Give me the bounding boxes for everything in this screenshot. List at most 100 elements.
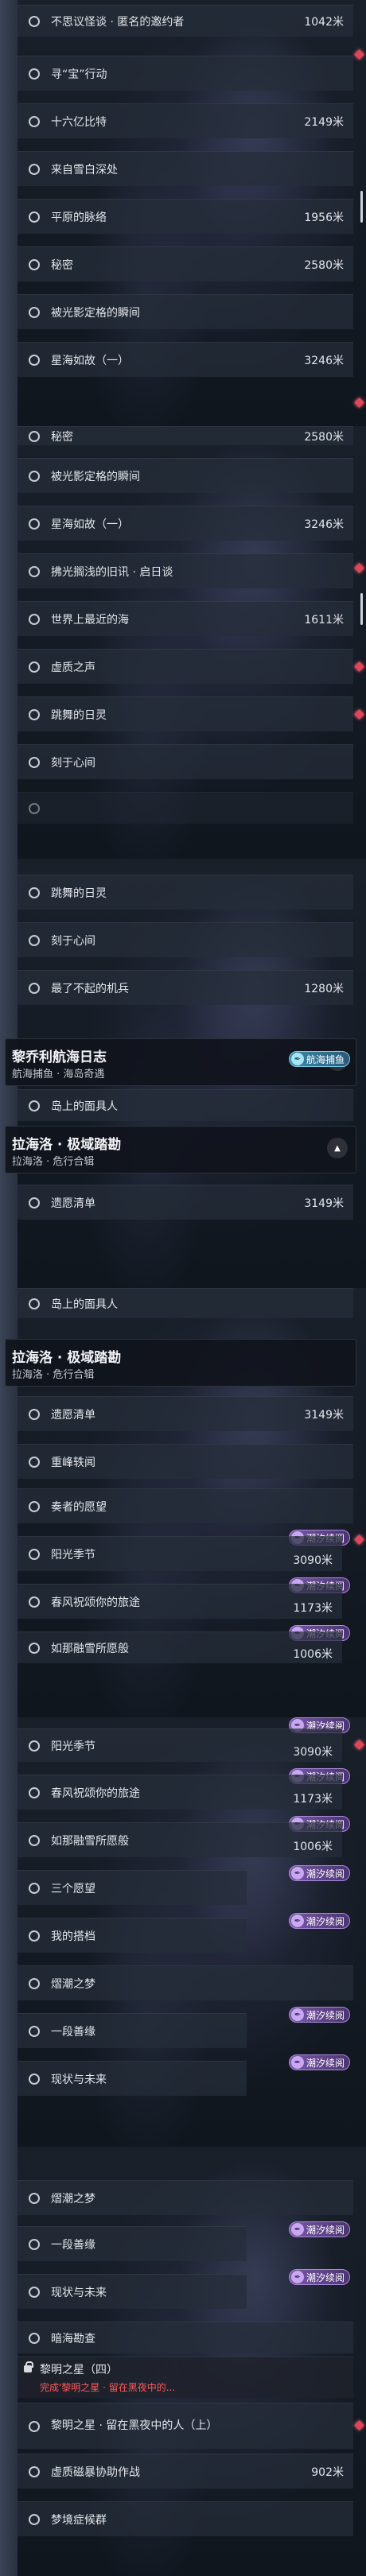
quest-row[interactable]: 刻于心间 (18, 922, 353, 957)
quest-row[interactable]: 最了不起的机兵 1280米 (18, 970, 353, 1005)
quest-row[interactable] (18, 792, 353, 824)
radio-icon[interactable] (29, 1298, 40, 1309)
radio-icon[interactable] (29, 430, 40, 442)
quest-row[interactable]: 寻“宝”行动 (18, 56, 353, 91)
quest-row[interactable]: 被光影定格的瞬间 (18, 458, 353, 493)
radio-icon[interactable] (29, 2420, 40, 2432)
quest-row[interactable]: 阳光季节 3090米 (18, 1728, 342, 1762)
quest-row[interactable]: 星海如故（一） 3246米 (18, 342, 353, 377)
scrollbar[interactable] (360, 191, 363, 223)
quest-row[interactable]: 现状与未来 (18, 2274, 247, 2309)
radio-icon[interactable] (29, 68, 40, 80)
quest-row[interactable]: 春风祝颂你的旅途 1173米 (18, 1584, 342, 1619)
radio-icon[interactable] (29, 1100, 40, 1111)
radio-icon[interactable] (29, 2192, 40, 2204)
quest-row[interactable]: 秘密 2580米 (18, 426, 353, 445)
radio-icon[interactable] (29, 1197, 40, 1208)
radio-icon[interactable] (29, 934, 40, 946)
quest-row[interactable]: 不思议怪谈 · 匿名的邀约者 1042米 (18, 5, 353, 37)
radio-icon[interactable] (29, 756, 40, 768)
radio-icon[interactable] (29, 211, 40, 223)
category-header[interactable]: 拉海洛 · 极域踏勘 拉海洛 · 危行合辑 (5, 1339, 356, 1387)
radio-icon[interactable] (29, 2513, 40, 2525)
quest-row[interactable]: 被光影定格的瞬间 (18, 294, 353, 329)
alert-diamond-icon (354, 661, 364, 672)
radio-icon[interactable] (29, 2073, 40, 2085)
quest-row[interactable]: 现状与未来 (18, 2061, 247, 2096)
quest-row[interactable]: 虚质之声 (18, 649, 353, 684)
quest-row[interactable]: 阳光季节 3090米 (18, 1536, 342, 1571)
quest-row[interactable]: 梦境症候群 (18, 2501, 353, 2536)
radio-icon[interactable] (29, 1740, 40, 1752)
quest-row[interactable]: 三个愿望 (18, 1870, 247, 1905)
scrollbar[interactable] (360, 593, 363, 625)
radio-icon[interactable] (29, 15, 40, 27)
radio-icon[interactable] (29, 258, 40, 270)
quest-row[interactable]: 岛上的面具人 (18, 1089, 353, 1121)
chevron-up-icon[interactable]: ▲ (327, 1138, 348, 1158)
radio-icon[interactable] (29, 470, 40, 482)
radio-icon[interactable] (29, 1548, 40, 1560)
radio-icon[interactable] (29, 1977, 40, 1989)
quest-row[interactable]: 黎明之星 · 留在黑夜中的人（上） (18, 2403, 353, 2449)
radio-icon[interactable] (29, 518, 40, 530)
quest-row[interactable]: 跳舞的日灵 (18, 875, 353, 910)
quest-row[interactable]: 暗海勘查 (18, 2322, 353, 2353)
quest-title: 黎明之星（四） (40, 2364, 118, 2376)
radio-icon[interactable] (29, 354, 40, 366)
badge-label: 潮汐续阅 (306, 1915, 345, 1927)
radio-icon[interactable] (29, 1930, 40, 1942)
radio-icon[interactable] (29, 2465, 40, 2477)
quest-title: 来自雪白深处 (51, 163, 118, 177)
quest-row[interactable]: 星海如故（一） 3246米 (18, 506, 353, 541)
quest-row[interactable]: 我的搭档 (18, 1918, 247, 1953)
quest-row[interactable]: 熠潮之梦 (18, 2180, 353, 2215)
radio-icon[interactable] (29, 565, 40, 577)
radio-icon[interactable] (29, 1642, 40, 1654)
quest-row[interactable]: 如那融雪所愿般 1006米 (18, 1631, 342, 1663)
quest-row[interactable]: 平原的脉络 1956米 (18, 199, 353, 234)
quest-row[interactable]: 春风祝颂你的旅途 1173米 (18, 1775, 342, 1810)
radio-icon[interactable] (29, 802, 40, 814)
quest-row[interactable]: 世界上最近的海 1611米 (18, 601, 353, 636)
quest-row[interactable]: 如那融雪所愿般 1006米 (18, 1822, 342, 1857)
radio-icon[interactable] (29, 163, 40, 175)
radio-icon[interactable] (29, 2286, 40, 2298)
quest-row[interactable]: 虚质磁暴协助作战 902米 (18, 2454, 353, 2489)
radio-icon[interactable] (29, 613, 40, 625)
radio-icon[interactable] (29, 661, 40, 673)
radio-icon[interactable] (29, 1882, 40, 1894)
radio-icon[interactable] (29, 1456, 40, 1468)
quest-row[interactable]: 十六亿比特 2149米 (18, 103, 353, 138)
radio-icon[interactable] (29, 1408, 40, 1420)
radio-icon[interactable] (29, 2025, 40, 2037)
radio-icon[interactable] (29, 886, 40, 898)
quest-row[interactable]: 一段善缘 (18, 2226, 247, 2261)
radio-icon[interactable] (29, 1834, 40, 1846)
radio-icon[interactable] (29, 1787, 40, 1798)
radio-icon[interactable] (29, 115, 40, 127)
radio-icon[interactable] (29, 306, 40, 318)
quest-row[interactable]: 熠潮之梦 (18, 1965, 353, 2000)
quest-row[interactable]: 拂光搁浅的旧讯 · 启日谈 (18, 553, 353, 588)
quest-row[interactable]: 一段善缘 (18, 2013, 247, 2048)
radio-icon[interactable] (29, 982, 40, 994)
radio-icon[interactable] (29, 1500, 40, 1512)
quest-row[interactable]: 秘密 2580米 (18, 246, 353, 281)
radio-icon[interactable] (29, 2238, 40, 2250)
quest-row[interactable]: 遗愿清单 3149米 (18, 1185, 353, 1220)
quest-row[interactable]: 来自雪白深处 (18, 151, 353, 186)
quest-distance: 3246米 (304, 518, 344, 531)
quest-row[interactable]: 重峰轶闻 (18, 1444, 353, 1479)
quest-row[interactable]: 奏者的愿望 (18, 1488, 353, 1523)
quest-row[interactable]: 跳舞的日灵 (18, 696, 353, 731)
quill-icon: ✒ (290, 1053, 304, 1065)
quest-row[interactable]: 遗愿清单 3149米 (18, 1396, 353, 1431)
quest-row[interactable]: 刻于心间 (18, 744, 353, 779)
radio-icon[interactable] (29, 2332, 40, 2344)
quest-row[interactable]: 岛上的面具人 (18, 1288, 353, 1318)
radio-icon[interactable] (29, 708, 40, 720)
radio-icon[interactable] (29, 1596, 40, 1608)
category-header[interactable]: 拉海洛 · 极域踏勘 拉海洛 · 危行合辑 ▲ (5, 1126, 356, 1174)
locked-quest-row[interactable]: 黎明之星（四） 完成'黎明之星 · 留在黑夜中的... (18, 2357, 353, 2398)
